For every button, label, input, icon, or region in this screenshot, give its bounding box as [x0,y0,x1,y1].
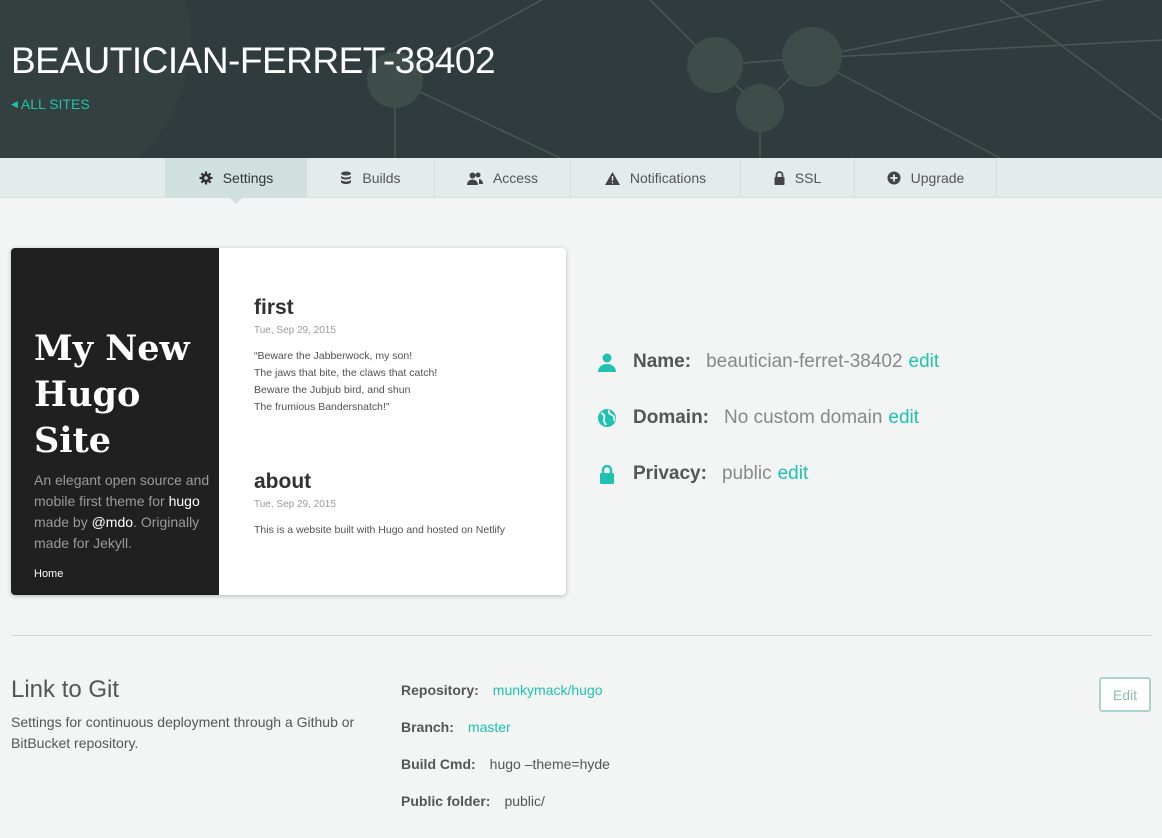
tab-bar: Settings Builds Access Notifications SSL [0,158,1162,204]
public-folder-label: Public folder: [401,793,491,809]
tab-builds-label: Builds [362,170,401,186]
tabs: Settings Builds Access Notifications SSL [165,158,997,204]
tab-settings[interactable]: Settings [166,158,307,204]
site-title: BEAUTICIAN-FERRET-38402 [11,40,496,81]
tab-ssl[interactable]: SSL [741,158,855,198]
privacy-label: Privacy: [633,463,707,484]
preview-post-body: “Beware the Jabberwock, my son! The jaws… [254,348,544,416]
site-header: BEAUTICIAN-FERRET-38402 ◀ ALL SITES [0,0,1162,158]
build-cmd-row: Build Cmd: hugo –theme=hyde [401,756,610,772]
public-folder-value: public/ [504,793,545,809]
branch-link[interactable]: master [468,719,511,735]
tab-ssl-label: SSL [794,170,822,186]
users-icon [466,172,483,185]
build-cmd-label: Build Cmd: [401,756,476,772]
name-label: Name: [633,351,692,372]
tab-access[interactable]: Access [435,158,571,198]
preview-post-line: Beware the Jubjub bird, and shun [254,384,411,396]
privacy-row: Privacy: public edit [597,463,808,485]
link-to-git-heading: Link to Git [11,676,120,703]
preview-post-line: The jaws that bite, the claws that catch… [254,367,438,379]
tab-builds[interactable]: Builds [307,158,435,198]
user-icon [597,352,617,372]
repository-label: Repository: [401,682,479,698]
tab-access-label: Access [492,170,539,186]
edit-git-settings-button[interactable]: Edit [1099,677,1151,712]
preview-post-title: about [254,470,312,493]
link-to-git-description: Settings for continuous deployment throu… [11,714,355,751]
domain-value: No custom domain [724,407,883,428]
preview-mdo-link: @mdo [91,514,134,530]
repository-link[interactable]: munkymack/hugo [493,682,603,698]
preview-post-title: first [254,296,294,319]
preview-title-line: My New [34,328,190,369]
build-cmd-value: hugo –theme=hyde [489,756,610,772]
edit-name-link[interactable]: edit [909,351,940,373]
branch-label: Branch: [401,719,454,735]
preview-post-line: The frumious Bandersnatch!” [254,401,390,413]
preview-sidebar: My New Hugo Site An elegant open source … [11,248,219,595]
domain-label: Domain: [633,407,709,428]
tab-notifications[interactable]: Notifications [571,158,741,198]
lock-icon [597,464,617,484]
database-icon [340,171,352,185]
preview-hugo-link: hugo [168,493,200,509]
caret-left-icon: ◀ [11,98,18,109]
preview-nav-home: Home [34,568,64,580]
tab-upgrade-label: Upgrade [910,170,965,186]
repository-row: Repository: munkymack/hugo [401,682,603,698]
site-preview-thumbnail[interactable]: My New Hugo Site An elegant open source … [11,248,566,595]
preview-post: first Tue, Sep 29, 2015 “Beware the Jabb… [254,296,544,416]
preview-post-date: Tue, Sep 29, 2015 [254,325,336,336]
preview-desc-text: made by [34,514,88,530]
section-divider [11,635,1151,636]
branch-row: Branch: master [401,719,511,735]
preview-post-date: Tue, Sep 29, 2015 [254,499,336,510]
all-sites-link[interactable]: ◀ ALL SITES [11,96,90,112]
name-value: beautician-ferret-38402 [706,351,903,372]
edit-privacy-link[interactable]: edit [778,463,809,485]
globe-icon [597,408,617,428]
preview-title-line: Hugo [34,374,141,415]
tab-settings-label: Settings [222,170,274,186]
domain-row: Domain: No custom domain edit [597,407,919,429]
tab-notifications-label: Notifications [629,170,707,186]
preview-post-line: This is a website built with Hugo and ho… [254,524,505,536]
preview-post: about Tue, Sep 29, 2015 This is a websit… [254,470,544,539]
edit-domain-link[interactable]: edit [888,407,919,429]
privacy-value: public [721,463,772,484]
gear-icon [199,171,213,185]
site-name-row: Name: beautician-ferret-38402 edit [597,351,939,373]
plus-circle-icon [887,171,901,185]
preview-description: An elegant open source and mobile first … [34,470,214,554]
public-folder-row: Public folder: public/ [401,793,545,809]
preview-post-line: “Beware the Jabberwock, my son! [254,350,413,362]
lock-icon [774,171,785,185]
tab-upgrade[interactable]: Upgrade [855,158,997,198]
preview-site-title: My New Hugo Site [34,326,214,464]
warning-icon [604,171,620,185]
preview-title-line: Site [34,420,112,461]
preview-post-body: This is a website built with Hugo and ho… [254,522,544,539]
all-sites-label: ALL SITES [20,96,90,112]
